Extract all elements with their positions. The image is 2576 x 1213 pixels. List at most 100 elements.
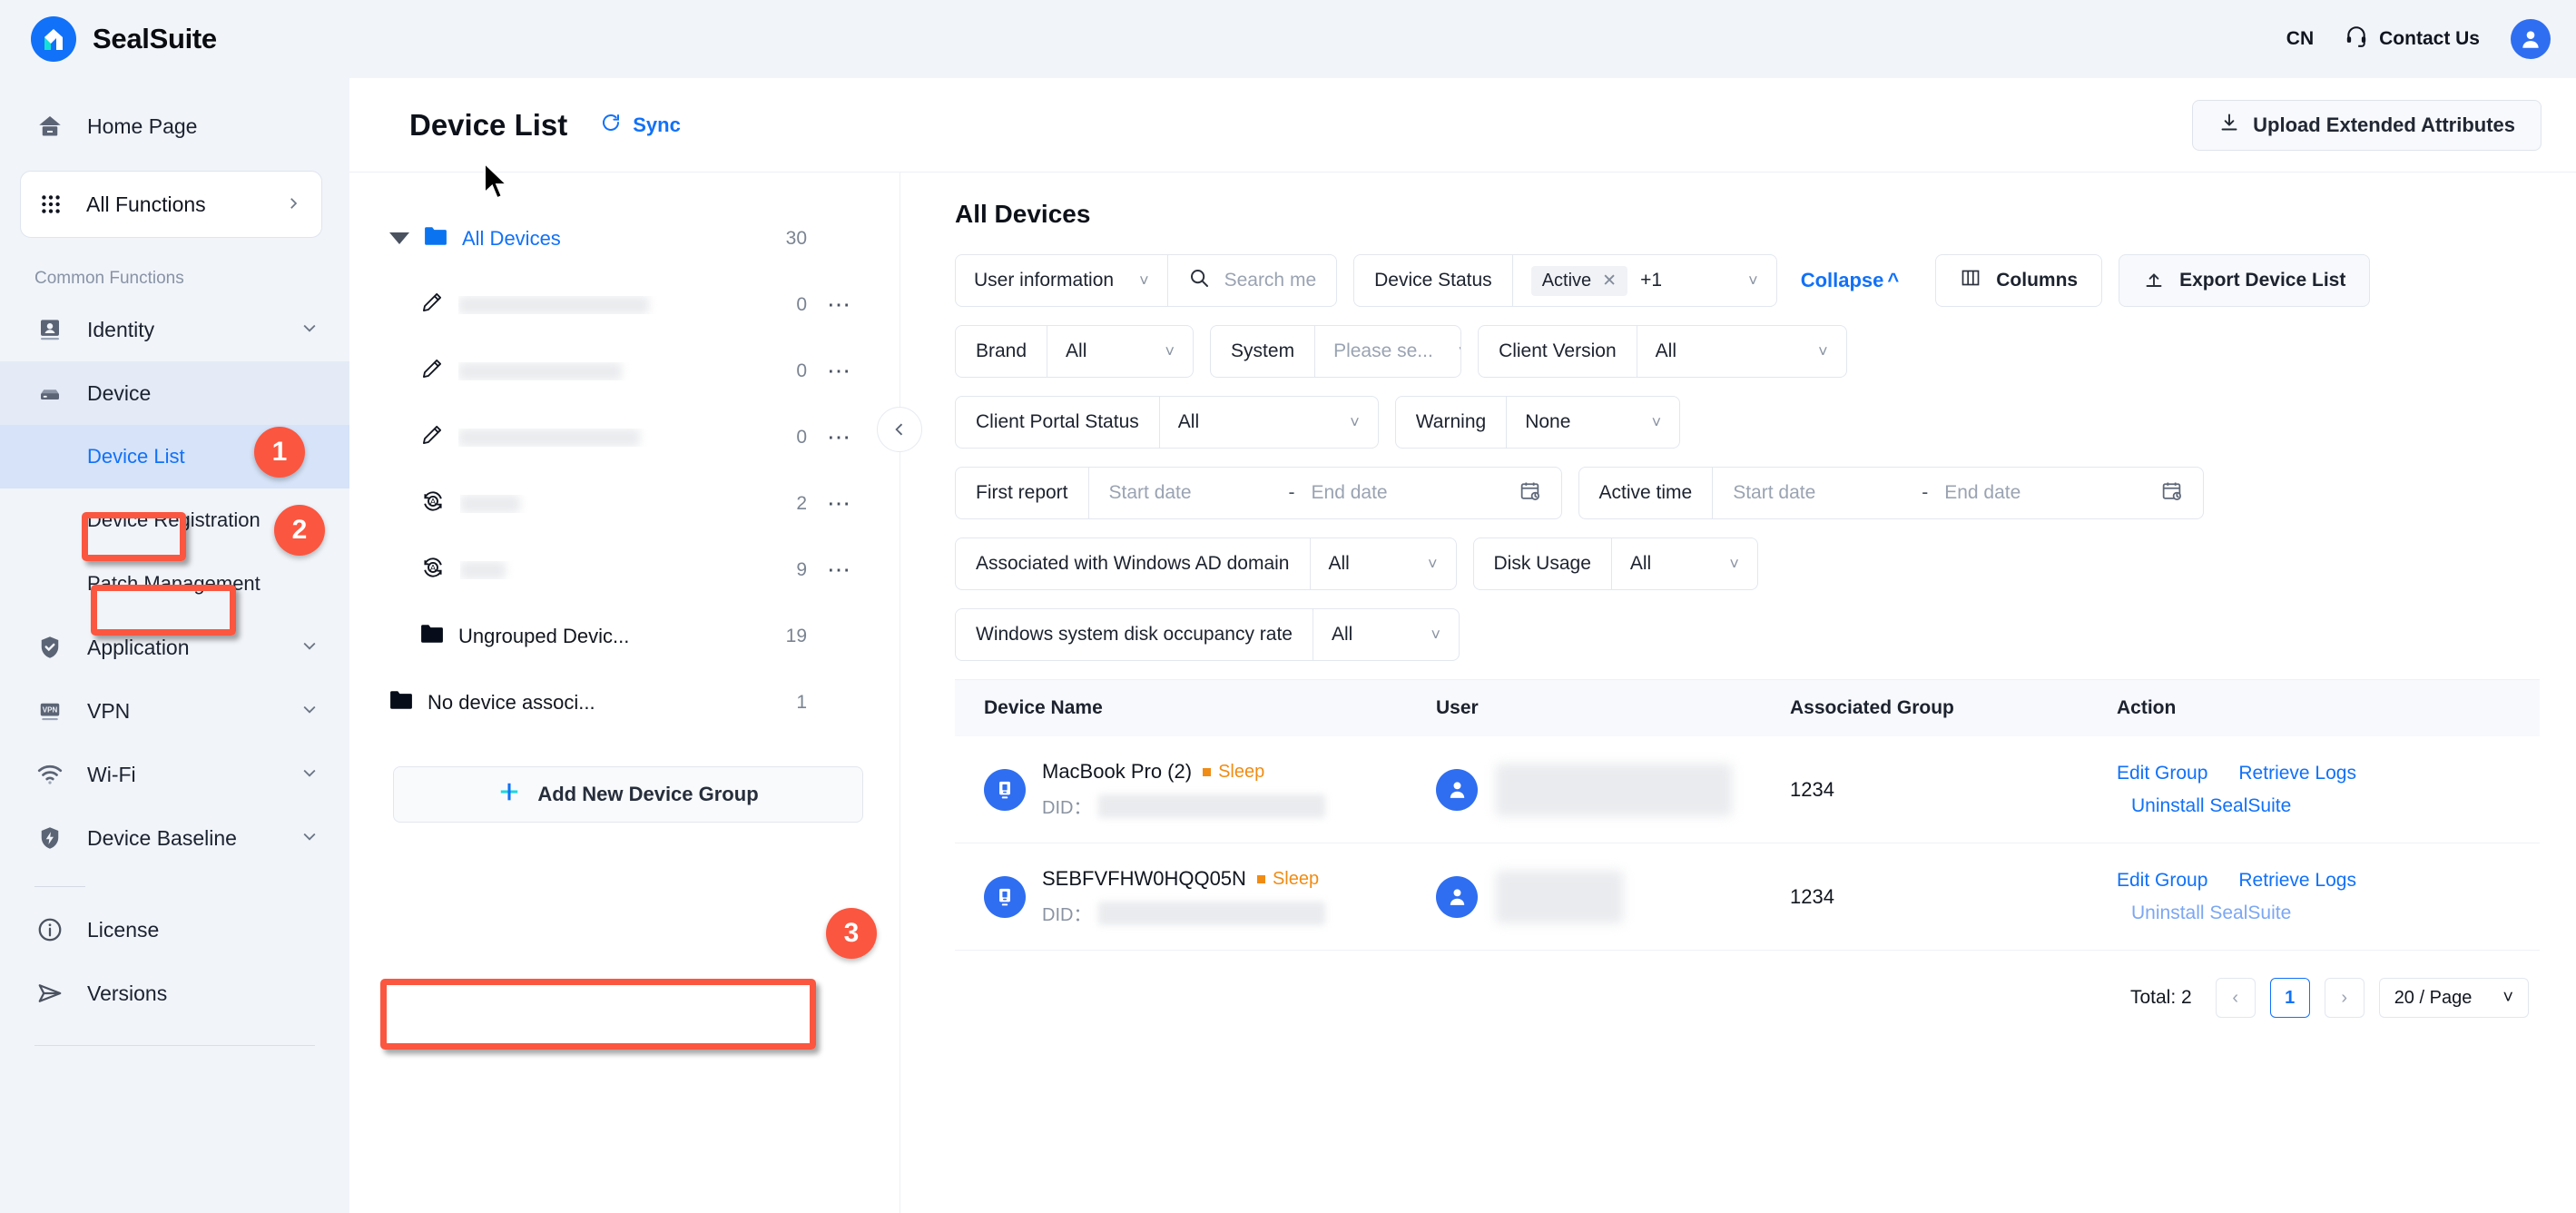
- more-dots-icon[interactable]: ⋯: [821, 489, 858, 518]
- first-report-range[interactable]: Start date - End date: [1089, 468, 1561, 518]
- sidebar-item-label: License: [87, 917, 160, 942]
- tree-collapse-toggle[interactable]: [877, 407, 922, 452]
- tree-row[interactable]: 0 ⋯: [349, 338, 900, 404]
- monitor-icon: [984, 768, 1026, 811]
- sidebar-item-label: Patch Management: [87, 572, 261, 595]
- prev-page-button[interactable]: ‹: [2215, 978, 2256, 1018]
- cell-device-name: MacBook Pro (2) Sleep DID：: [955, 760, 1436, 819]
- calendar-icon[interactable]: [1519, 479, 1541, 508]
- table-row[interactable]: SEBFVFHW0HQQ05N Sleep DID： 1234 Edit Gro…: [955, 843, 2540, 951]
- identity-card-icon: [34, 314, 65, 345]
- windows-disk-select[interactable]: All ˅: [1313, 609, 1459, 660]
- client-portal-status-filter[interactable]: Client Portal Status All ˅: [955, 396, 1379, 449]
- auto-sync-icon[interactable]: A: [420, 555, 446, 586]
- system-filter[interactable]: System Please se... ˅: [1210, 325, 1462, 378]
- tree-row-no-device-associated[interactable]: No device associ... 1: [349, 669, 900, 735]
- total-count: Total: 2: [2129, 987, 2192, 1008]
- more-dots-icon[interactable]: ⋯: [821, 291, 858, 319]
- monitor-icon: [984, 875, 1026, 918]
- columns-button[interactable]: Columns: [1935, 254, 2103, 307]
- tree-row[interactable]: A 9 ⋯: [349, 537, 900, 603]
- end-date-placeholder: End date: [1944, 482, 2021, 503]
- first-report-date-filter[interactable]: First report Start date - End date: [955, 467, 1562, 519]
- windows-disk-occupancy-filter[interactable]: Windows system disk occupancy rate All ˅: [955, 608, 1460, 661]
- search-input[interactable]: Search me: [1168, 255, 1337, 306]
- active-time-date-filter[interactable]: Active time Start date - End date: [1578, 467, 2205, 519]
- close-icon[interactable]: ✕: [1602, 271, 1617, 291]
- pencil-icon[interactable]: [420, 423, 444, 452]
- body: Home Page All Functions Common Functions: [0, 78, 2576, 1213]
- warning-select[interactable]: None ˅: [1507, 397, 1679, 448]
- brand-select[interactable]: All ˅: [1047, 326, 1193, 377]
- disk-usage-filter[interactable]: Disk Usage All ˅: [1472, 537, 1758, 590]
- edit-group-link[interactable]: Edit Group: [2117, 870, 2207, 892]
- upload-extended-attributes-button[interactable]: Upload Extended Attributes: [2192, 99, 2542, 151]
- tree-row-all-devices[interactable]: All Devices 30: [349, 205, 900, 271]
- uninstall-sealsuite-link[interactable]: Uninstall SealSuite: [2131, 795, 2291, 816]
- more-dots-icon[interactable]: ⋯: [821, 357, 858, 385]
- add-new-device-group-button[interactable]: Add New Device Group: [393, 766, 863, 823]
- pencil-icon[interactable]: [420, 357, 444, 386]
- more-dots-icon[interactable]: ⋯: [821, 556, 858, 584]
- client-version-select[interactable]: All ˅: [1637, 326, 1846, 377]
- sidebar-item-license[interactable]: License: [0, 898, 349, 962]
- collapse-filters-button[interactable]: Collapse ^: [1801, 269, 1900, 292]
- ad-domain-select[interactable]: All ˅: [1311, 538, 1456, 589]
- tree-row-ungrouped-devices[interactable]: Ungrouped Devic... 19: [349, 603, 900, 669]
- sidebar-item-patch-management[interactable]: Patch Management: [0, 552, 349, 616]
- sidebar-item-home-page[interactable]: Home Page: [0, 94, 349, 158]
- brand[interactable]: SealSuite: [31, 16, 217, 62]
- user-avatar-icon[interactable]: [2511, 19, 2551, 59]
- ad-domain-filter[interactable]: Associated with Windows AD domain All ˅: [955, 537, 1457, 590]
- retrieve-logs-link[interactable]: Retrieve Logs: [2238, 763, 2356, 784]
- annotation-number-1: 1: [254, 427, 305, 478]
- disk-usage-select[interactable]: All ˅: [1612, 538, 1757, 589]
- tree-row[interactable]: 0 ⋯: [349, 271, 900, 338]
- export-device-list-button[interactable]: Export Device List: [2119, 254, 2371, 307]
- calendar-icon[interactable]: [2160, 479, 2183, 508]
- client-portal-status-select[interactable]: All ˅: [1160, 397, 1378, 448]
- device-status-filter[interactable]: Device Status Active ✕ +1 ˅: [1353, 254, 1777, 307]
- search-placeholder: Search me: [1224, 270, 1317, 291]
- client-version-filter[interactable]: Client Version All ˅: [1478, 325, 1847, 378]
- user-information-select[interactable]: User information ˅: [956, 255, 1167, 306]
- uninstall-sealsuite-link[interactable]: Uninstall SealSuite: [2131, 902, 2291, 923]
- tree-row[interactable]: A 2 ⋯: [349, 470, 900, 537]
- sidebar-item-device[interactable]: Device: [0, 361, 349, 425]
- sidebar-item-versions[interactable]: Versions: [0, 962, 349, 1025]
- tree-label-redacted: [458, 295, 772, 314]
- filter-row-2: Brand All ˅ System Please se... Client V…: [955, 325, 2540, 378]
- status-tag[interactable]: Active ✕: [1530, 265, 1628, 296]
- sidebar-item-identity[interactable]: Identity: [0, 298, 349, 361]
- system-select[interactable]: Please se... ˅: [1315, 326, 1460, 377]
- user-avatar-icon: [1436, 875, 1478, 918]
- brand-filter[interactable]: Brand All ˅: [955, 325, 1195, 378]
- device-status-select[interactable]: Active ✕ +1 ˅: [1513, 255, 1776, 306]
- sidebar-item-application[interactable]: Application: [0, 616, 349, 679]
- sync-button[interactable]: Sync: [600, 112, 681, 139]
- sidebar-item-wifi[interactable]: Wi-Fi: [0, 743, 349, 806]
- table-row[interactable]: MacBook Pro (2) Sleep DID： 1234 Edit Gro…: [955, 736, 2540, 843]
- warning-filter[interactable]: Warning None ˅: [1394, 396, 1681, 449]
- next-page-button[interactable]: ›: [2324, 978, 2365, 1018]
- contact-us-button[interactable]: Contact Us: [2345, 25, 2480, 54]
- tree-row[interactable]: 0 ⋯: [349, 404, 900, 470]
- caret-down-icon[interactable]: [389, 232, 409, 244]
- sidebar-item-vpn[interactable]: VPN VPN: [0, 679, 349, 743]
- edit-group-link[interactable]: Edit Group: [2117, 763, 2207, 784]
- user-information-filter[interactable]: User information ˅ Search me: [955, 254, 1338, 307]
- page-size-select[interactable]: 20 / Page ˅: [2378, 978, 2529, 1018]
- pencil-icon[interactable]: [420, 291, 444, 320]
- chevron-down-icon: [300, 826, 319, 851]
- status-tag-label: Active: [1541, 270, 1592, 291]
- sidebar-item-all-functions[interactable]: All Functions: [20, 171, 322, 238]
- auto-sync-icon[interactable]: A: [420, 488, 446, 519]
- sidebar-item-device-baseline[interactable]: Device Baseline: [0, 806, 349, 870]
- retrieve-logs-link[interactable]: Retrieve Logs: [2238, 870, 2356, 892]
- page-number-button[interactable]: 1: [2269, 978, 2310, 1018]
- more-dots-icon[interactable]: ⋯: [821, 423, 858, 451]
- active-time-range[interactable]: Start date - End date: [1713, 468, 2203, 518]
- language-switch[interactable]: CN: [2286, 28, 2314, 50]
- chevron-down-icon: [300, 318, 319, 342]
- folder-dark-icon: [420, 623, 444, 650]
